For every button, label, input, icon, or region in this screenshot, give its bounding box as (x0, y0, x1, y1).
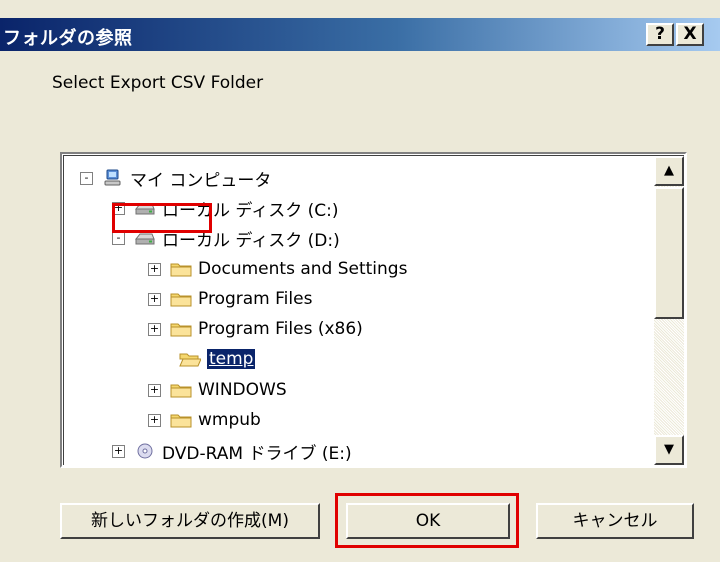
my-computer-icon (104, 169, 121, 186)
tree-item-label: DVD-RAM ドライブ (E:) (162, 443, 352, 464)
close-button[interactable]: X (676, 23, 704, 46)
tree-item-temp[interactable]: temp (179, 346, 256, 372)
expand-icon[interactable]: + (148, 413, 161, 427)
folder-tree-viewport: - マイ コンピュータ + ローカル ディスク (C:) - ローカル ディスク… (63, 155, 684, 465)
scroll-up-icon[interactable]: ▲ (654, 156, 684, 186)
annotation-highlight-temp (112, 203, 212, 233)
scroll-thumb[interactable] (654, 187, 684, 319)
tree-scrollbar[interactable]: ▲ ▼ (654, 156, 684, 465)
tree-item-label: Program Files (198, 289, 313, 309)
title-bar[interactable]: フォルダの参照 ? X (0, 18, 720, 51)
expand-icon[interactable]: + (148, 292, 161, 306)
folder-icon (170, 384, 192, 398)
browse-folder-dialog: フォルダの参照 ? X Select Export CSV Folder - マ… (0, 0, 720, 562)
tree-item-documents-and-settings[interactable]: + Documents and Settings (148, 256, 407, 282)
tree-item-my-computer[interactable]: - マイ コンピュータ (80, 165, 271, 191)
expand-icon[interactable]: + (112, 444, 125, 458)
tree-item-wmpub[interactable]: + wmpub (148, 407, 261, 433)
cancel-button[interactable]: キャンセル (536, 503, 694, 539)
tree-item-program-files[interactable]: + Program Files (148, 286, 312, 312)
expand-icon[interactable]: + (148, 383, 161, 397)
collapse-icon[interactable]: - (112, 231, 125, 245)
folder-icon (170, 263, 192, 277)
tree-item-program-files-x86[interactable]: + Program Files (x86) (148, 316, 363, 342)
tree-item-label: Program Files (x86) (198, 319, 363, 339)
expand-icon[interactable]: + (148, 262, 161, 276)
open-folder-icon (179, 353, 201, 367)
folder-tree[interactable]: - マイ コンピュータ + ローカル ディスク (C:) - ローカル ディスク… (60, 152, 687, 468)
folder-icon (170, 293, 192, 307)
scroll-down-icon[interactable]: ▼ (654, 435, 684, 465)
help-button[interactable]: ? (646, 23, 674, 46)
tree-item-label: WINDOWS (198, 380, 287, 400)
tree-item-label: wmpub (198, 410, 261, 430)
dialog-prompt: Select Export CSV Folder (52, 73, 264, 93)
collapse-icon[interactable]: - (80, 171, 93, 185)
folder-icon (170, 323, 192, 337)
tree-item-label-selected: temp (207, 349, 256, 369)
tree-item-label: Documents and Settings (198, 259, 408, 279)
tree-item-windows[interactable]: + WINDOWS (148, 377, 287, 403)
tree-item-dvd-drive[interactable]: + DVD-RAM ドライブ (E:) (112, 438, 352, 464)
dvd-drive-icon (137, 443, 153, 459)
dialog-title: フォルダの参照 (3, 28, 133, 49)
expand-icon[interactable]: + (148, 322, 161, 336)
folder-icon (170, 414, 192, 428)
new-folder-button[interactable]: 新しいフォルダの作成(M) (60, 503, 320, 539)
tree-item-label: マイ コンピュータ (130, 170, 272, 191)
annotation-highlight-ok (335, 493, 519, 548)
